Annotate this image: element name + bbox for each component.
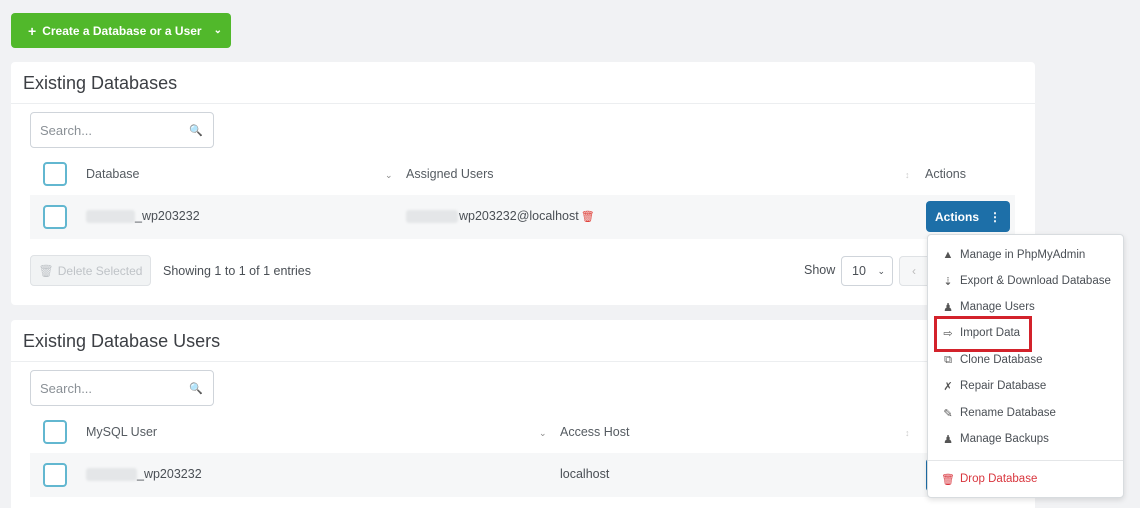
trash-icon[interactable]: 🗑 <box>581 211 595 223</box>
select-all-databases-checkbox[interactable] <box>43 162 67 186</box>
sort-icon[interactable]: ⌄ <box>385 170 393 181</box>
sort-icon[interactable]: ↕ <box>905 170 910 180</box>
users-search[interactable]: 🔍 <box>30 370 214 406</box>
phpmyadmin-icon: ▲ <box>942 249 954 261</box>
card-divider <box>11 103 1035 104</box>
menu-divider <box>928 460 1123 461</box>
menu-item-label: Drop Database <box>960 473 1038 485</box>
actions-dropdown-menu: ▲ Manage in PhpMyAdmin ⇣ Export & Downlo… <box>927 234 1124 498</box>
menu-item-label: Manage in PhpMyAdmin <box>960 249 1086 261</box>
users-search-input[interactable] <box>40 380 180 396</box>
pencil-icon: ✎ <box>943 407 953 420</box>
chevron-down-icon: ⌄ <box>213 25 222 36</box>
database-column-header[interactable]: Database <box>86 167 140 181</box>
access-host-column-header[interactable]: Access Host <box>560 425 629 439</box>
database-name: _wp203232 <box>135 209 200 223</box>
menu-item-manage-phpmyadmin[interactable]: ▲ Manage in PhpMyAdmin <box>928 244 1123 266</box>
wrench-icon: ✗ <box>943 380 953 393</box>
menu-item-manage-users[interactable]: ♟ Manage Users <box>928 296 1123 318</box>
databases-search[interactable]: 🔍 <box>30 112 214 148</box>
users-icon: ♟ <box>943 301 953 314</box>
mysql-user-column-header[interactable]: MySQL User <box>86 425 157 439</box>
actions-button[interactable]: Actions ⋮ <box>926 201 1010 232</box>
backup-icon: ♟ <box>943 433 953 446</box>
create-database-or-user-button[interactable]: + Create a Database or a User ⌄ <box>11 13 231 48</box>
show-label: Show <box>804 263 836 277</box>
menu-item-label: Repair Database <box>960 380 1047 392</box>
redacted-prefix <box>86 468 137 481</box>
assigned-user: wp203232@localhost 🗑 <box>459 209 595 223</box>
menu-item-manage-backups[interactable]: ♟ Manage Backups <box>928 428 1123 450</box>
create-button-label: Create a Database or a User <box>42 23 202 38</box>
kebab-icon: ⋮ <box>989 209 1001 224</box>
page-size-select[interactable]: 10 ⌄ <box>841 256 893 286</box>
menu-item-label: Clone Database <box>960 354 1043 366</box>
chevron-down-icon: ⌄ <box>877 265 885 276</box>
menu-item-label: Export & Download Database <box>960 275 1111 287</box>
entries-info: Showing 1 to 1 of 1 entries <box>163 264 312 278</box>
plus-icon: + <box>28 22 37 39</box>
trash-icon: 🗑 <box>38 263 54 278</box>
assigned-users-column-header[interactable]: Assigned Users <box>406 167 494 181</box>
export-icon: ⇣ <box>943 275 953 288</box>
delete-selected-label: Delete Selected <box>57 263 143 278</box>
access-host: localhost <box>560 467 610 481</box>
import-data-highlight <box>934 316 1032 352</box>
databases-title: Existing Databases <box>23 73 178 93</box>
select-all-users-checkbox[interactable] <box>43 420 67 444</box>
assigned-user-text: wp203232@localhost <box>459 209 579 223</box>
delete-selected-button[interactable]: 🗑 Delete Selected <box>30 255 151 286</box>
chevron-left-icon: ‹ <box>912 264 916 278</box>
page-size-value: 10 <box>852 264 866 278</box>
card-divider <box>11 361 1035 362</box>
mysql-user-name: _wp203232 <box>137 467 202 481</box>
users-title: Existing Database Users <box>23 331 221 351</box>
menu-item-drop-database[interactable]: 🗑 Drop Database <box>928 468 1123 490</box>
menu-item-label: Rename Database <box>960 407 1056 419</box>
menu-item-label: Manage Backups <box>960 433 1049 445</box>
row-checkbox[interactable] <box>43 205 67 229</box>
search-icon: 🔍 <box>189 382 203 395</box>
sort-icon[interactable]: ↕ <box>905 428 910 438</box>
clone-icon: ⧉ <box>944 353 952 366</box>
databases-search-input[interactable] <box>40 122 180 138</box>
menu-item-rename-database[interactable]: ✎ Rename Database <box>928 402 1123 424</box>
search-icon: 🔍 <box>189 124 203 137</box>
redacted-prefix <box>86 210 135 223</box>
redacted-prefix <box>406 210 458 223</box>
actions-button-label: Actions <box>934 209 979 224</box>
trash-icon: 🗑 <box>941 473 955 486</box>
menu-item-repair-database[interactable]: ✗ Repair Database <box>928 375 1123 397</box>
menu-item-export-download[interactable]: ⇣ Export & Download Database <box>928 270 1123 292</box>
actions-column-header: Actions <box>925 167 966 181</box>
menu-item-label: Manage Users <box>960 301 1035 313</box>
sort-icon[interactable]: ⌄ <box>539 428 547 439</box>
row-checkbox[interactable] <box>43 463 67 487</box>
menu-item-clone-database[interactable]: ⧉ Clone Database <box>928 349 1123 371</box>
